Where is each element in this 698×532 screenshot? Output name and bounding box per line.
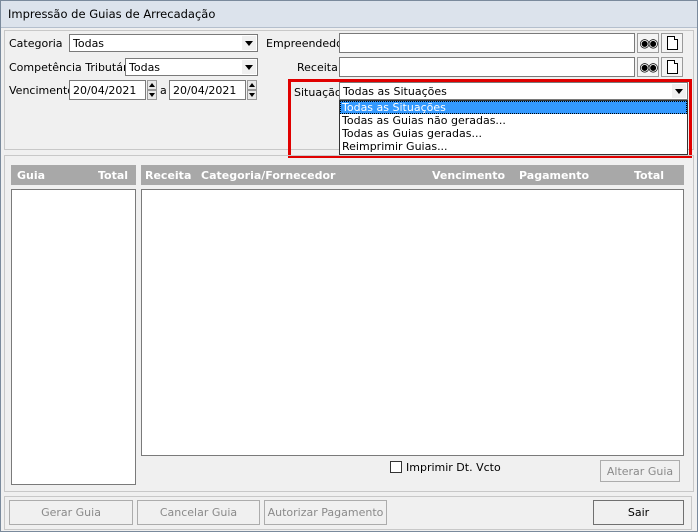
receita-search-button[interactable]: ◉◉ [637,57,659,77]
competencia-label: Competência Tributária [9,61,138,74]
guia-table-header: Guia Total [11,165,136,185]
column-header: Total [634,169,665,182]
chevron-down-icon[interactable] [242,60,256,74]
chevron-down-icon[interactable] [672,84,686,98]
situacao-select[interactable]: Todas as Situações [339,82,688,100]
binoculars-icon: ◉◉ [639,60,659,74]
competencia-select[interactable]: Todas [125,58,258,76]
column-header: Pagamento [519,169,590,182]
situacao-label: Situação [294,86,342,99]
categoria-select[interactable]: Todas [69,34,258,52]
receita-new-button[interactable] [661,57,683,77]
categoria-label: Categoria [9,37,63,50]
gerar-guia-button[interactable]: Gerar Guia [9,500,133,525]
vencimento-from-input[interactable]: 20/04/2021 [69,80,146,100]
column-header: Total [98,169,129,182]
title-bar: Impressão de Guias de Arrecadação [1,1,697,28]
spin-down-icon[interactable] [247,90,257,100]
imprimir-dt-vcto-checkbox[interactable] [390,461,402,473]
document-icon [666,60,678,74]
empreendedor-input[interactable] [339,33,635,53]
column-header: Categoria/Fornecedor [201,169,336,182]
situacao-option[interactable]: Todas as Situações [340,101,687,114]
vencimento-from-spinner[interactable] [147,80,157,100]
vencimento-to-input[interactable]: 20/04/2021 [169,80,246,100]
detail-grid[interactable] [141,189,684,456]
spin-down-icon[interactable] [147,90,157,100]
situacao-option[interactable]: Todas as Guias geradas... [340,127,687,140]
document-icon [666,36,678,50]
situacao-dropdown-list: Todas as Situações Todas as Guias não ge… [339,100,688,155]
column-header: Guia [17,169,46,182]
vencimento-to-spinner[interactable] [247,80,257,100]
sair-button[interactable]: Sair [593,500,684,525]
vencimento-to-value: 20/04/2021 [173,84,237,97]
receita-input[interactable] [339,57,635,77]
column-header: Vencimento [432,169,506,182]
vencimento-label: Vencimento [9,84,75,97]
spin-up-icon[interactable] [247,80,257,90]
vencimento-from-value: 20/04/2021 [73,84,137,97]
binoculars-icon: ◉◉ [639,36,659,50]
imprimir-dt-vcto-label: Imprimir Dt. Vcto [406,461,501,474]
alterar-guia-button[interactable]: Alterar Guia [600,460,680,482]
detail-table-header: Receita Categoria/Fornecedor Vencimento … [141,165,684,185]
window-title: Impressão de Guias de Arrecadação [8,7,216,21]
empreendedor-search-button[interactable]: ◉◉ [637,33,659,53]
situacao-value: Todas as Situações [343,85,447,98]
categoria-value: Todas [73,37,105,50]
chevron-down-icon[interactable] [242,36,256,50]
autorizar-pagamento-button[interactable]: Autorizar Pagamento [264,500,387,525]
spin-up-icon[interactable] [147,80,157,90]
receita-label: Receita [297,61,338,74]
cancelar-guia-button[interactable]: Cancelar Guia [137,500,260,525]
empreendedor-new-button[interactable] [661,33,683,53]
competencia-value: Todas [129,61,161,74]
guia-list[interactable] [11,189,136,485]
situacao-option[interactable]: Reimprimir Guias... [340,140,687,153]
column-header: Receita [145,169,192,182]
vencimento-separator: a [160,84,167,97]
empreendedor-label: Empreendedor [266,37,348,50]
situacao-option[interactable]: Todas as Guias não geradas... [340,114,687,127]
